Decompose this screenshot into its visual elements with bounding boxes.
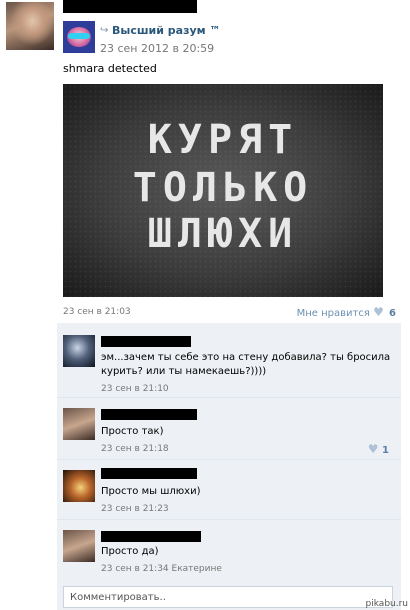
- comment-text: Просто так): [101, 426, 164, 437]
- comment-avatar[interactable]: [63, 470, 95, 502]
- like-count: 6: [389, 308, 396, 319]
- comment-item: Просто да) 23 сен в 21:34 Екатерине: [57, 520, 401, 580]
- post-author-avatar[interactable]: [6, 2, 54, 50]
- comment-like-button[interactable]: ♥ 1: [368, 442, 389, 456]
- photo-text-line-2: ТОЛЬКО: [132, 165, 314, 211]
- heart-icon: ♥: [367, 442, 379, 456]
- comment-date[interactable]: 23 сен в 21:23: [101, 504, 169, 514]
- comment-date[interactable]: 23 сен в 21:34 Екатерине: [101, 564, 222, 574]
- comment-avatar[interactable]: [63, 335, 95, 367]
- post-photo[interactable]: КУРЯТ ТОЛЬКО ШЛЮХИ: [63, 84, 383, 297]
- comment-author-redacted[interactable]: [101, 336, 191, 347]
- photo-text-line-3: ШЛЮХИ: [147, 211, 299, 257]
- comment-text: эм...зачем ты себе это на стену добавила…: [101, 351, 390, 379]
- comment-author-redacted[interactable]: [101, 409, 197, 420]
- repost-source-avatar[interactable]: [63, 21, 95, 53]
- comment-like-count: 1: [382, 445, 389, 456]
- comment-text-line: эм...зачем ты себе это на стену добавила…: [101, 352, 391, 363]
- comment-text: Просто мы шлюхи): [101, 486, 201, 497]
- like-label: Мне нравится: [296, 308, 370, 319]
- comment-text: Просто да): [101, 546, 159, 557]
- watermark: pikabu.ru: [365, 599, 408, 609]
- comment-item: Просто мы шлюхи) 23 сен в 21:23: [57, 460, 401, 520]
- comment-composer[interactable]: [63, 586, 393, 608]
- comment-author-redacted[interactable]: [101, 531, 201, 542]
- post-like-button[interactable]: Мне нравится ♥ 6: [297, 305, 396, 319]
- photo-text-line-1: КУРЯТ: [147, 117, 299, 163]
- post-text: shmara detected: [63, 62, 157, 75]
- repost-arrow-icon: ↪: [100, 25, 109, 36]
- comment-date[interactable]: 23 сен в 21:10: [101, 384, 169, 394]
- comment-date[interactable]: 23 сен в 21:18: [101, 444, 169, 454]
- comment-item: эм...зачем ты себе это на стену добавила…: [57, 323, 401, 398]
- post-author-name-redacted[interactable]: [63, 0, 197, 13]
- comment-text-line: курить? или ты намекаешь?)))): [101, 366, 267, 377]
- comment-avatar[interactable]: [63, 530, 95, 562]
- repost-source-name[interactable]: Высший разум ™: [112, 24, 220, 37]
- comment-input[interactable]: [64, 587, 392, 607]
- comment-avatar[interactable]: [63, 408, 95, 440]
- post-time[interactable]: 23 сен в 21:03: [63, 307, 131, 317]
- repost-date[interactable]: 23 сен 2012 в 20:59: [100, 42, 214, 55]
- comment-author-redacted[interactable]: [101, 468, 197, 479]
- comment-item: Просто так) 23 сен в 21:18 ♥ 1: [57, 398, 401, 460]
- heart-icon: ♥: [373, 305, 384, 319]
